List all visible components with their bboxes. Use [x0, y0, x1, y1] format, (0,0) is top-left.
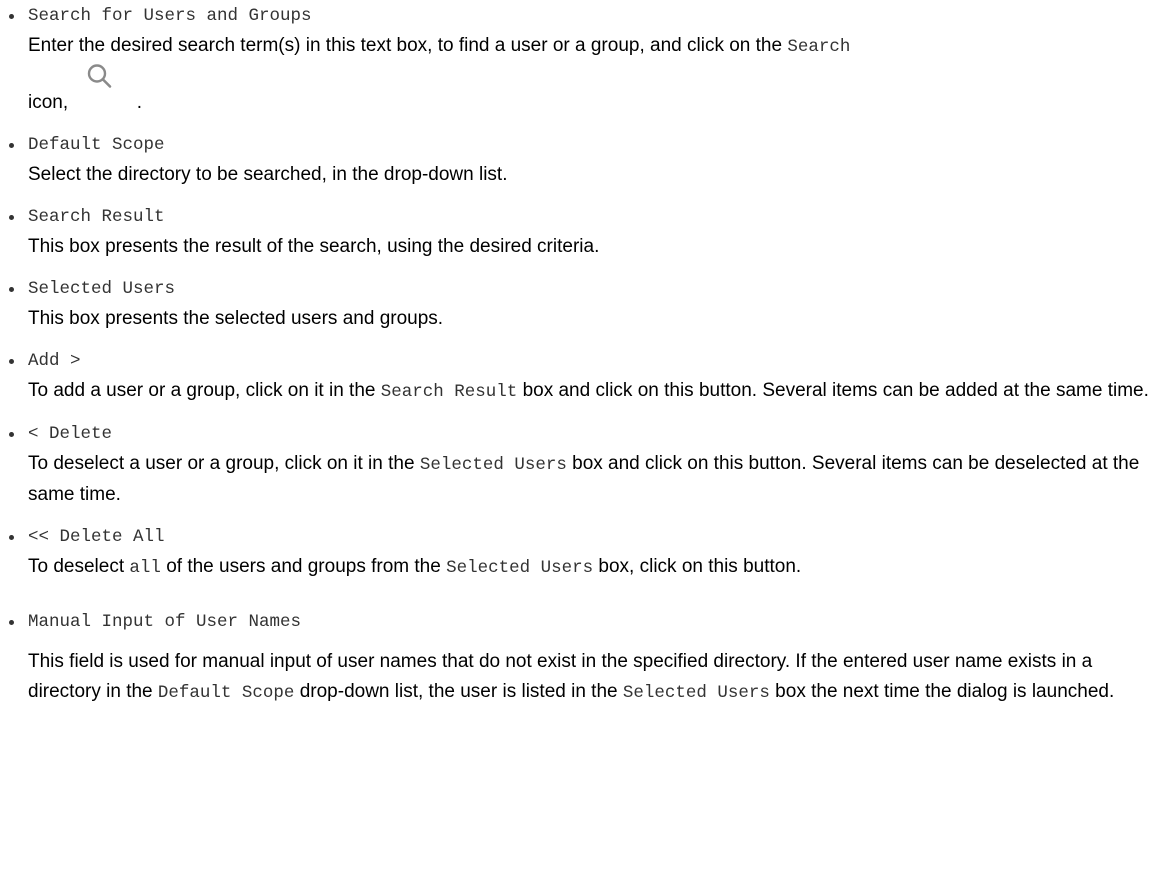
description-text: . — [131, 92, 142, 113]
search-icon — [79, 62, 131, 108]
list-item: Search Result This box presents the resu… — [0, 204, 1158, 262]
list-item: Default Scope Select the directory to be… — [0, 132, 1158, 190]
bullet — [9, 620, 14, 625]
description: Select the directory to be searched, in … — [28, 164, 508, 185]
document: Search for Users and Groups Enter the de… — [0, 0, 1158, 708]
list-item: Add > To add a user or a group, click on… — [0, 348, 1158, 407]
list-item: Search for Users and Groups Enter the de… — [0, 3, 1158, 118]
description-text: Enter the desired search term(s) in this… — [28, 35, 788, 56]
term-search-result: Search Result — [28, 207, 165, 227]
bullet — [9, 215, 14, 220]
inline-code: Search Result — [380, 382, 518, 402]
bullet — [9, 14, 14, 19]
list-item: << Delete All To deselect all of the use… — [0, 524, 1158, 583]
description-text: box and click on this button. Several it… — [517, 380, 1149, 401]
bullet — [9, 287, 14, 292]
description: This box presents the selected users and… — [28, 308, 444, 329]
list-item: Selected Users This box presents the sel… — [0, 276, 1158, 334]
field-description-list: Search for Users and Groups Enter the de… — [0, 3, 1158, 708]
description: Enter the desired search term(s) in this… — [14, 31, 1158, 118]
description-text: drop-down list, the user is listed in th… — [294, 681, 623, 702]
inline-code: Selected Users — [622, 683, 770, 703]
inline-code: all — [129, 558, 161, 578]
description-text: icon, — [28, 92, 74, 113]
description: To deselect all of the users and groups … — [14, 552, 1158, 583]
bullet — [9, 432, 14, 437]
bullet — [9, 143, 14, 148]
inline-code: Selected Users — [419, 455, 567, 475]
term-delete-all-button: << Delete All — [28, 527, 165, 547]
description: This box presents the result of the sear… — [28, 236, 600, 257]
description-text: box, click on this button. — [593, 556, 802, 577]
term-default-scope: Default Scope — [28, 135, 165, 155]
term-delete-button: < Delete — [28, 424, 113, 444]
bullet — [9, 359, 14, 364]
term-add-button: Add > — [28, 351, 81, 371]
inline-code: Search — [787, 37, 851, 57]
description: To deselect a user or a group, click on … — [14, 449, 1158, 510]
description-text: of the users and groups from the — [160, 556, 447, 577]
term-manual-input: Manual Input of User Names — [28, 612, 302, 632]
description: To add a user or a group, click on it in… — [14, 376, 1158, 407]
description-text: To deselect a user or a group, click on … — [28, 453, 420, 474]
inline-code: Selected Users — [446, 558, 594, 578]
description-text: box the next time the dialog is launched… — [769, 681, 1115, 702]
term-selected-users: Selected Users — [28, 279, 176, 299]
description-text: To add a user or a group, click on it in… — [28, 380, 381, 401]
list-item: Manual Input of User Names This field is… — [0, 609, 1158, 708]
description-text: To deselect — [28, 556, 130, 577]
term-search-users-groups: Search for Users and Groups — [28, 6, 312, 26]
bullet — [9, 535, 14, 540]
inline-code: Default Scope — [157, 683, 295, 703]
list-item: < Delete To deselect a user or a group, … — [0, 421, 1158, 510]
description: This field is used for manual input of u… — [14, 647, 1158, 708]
